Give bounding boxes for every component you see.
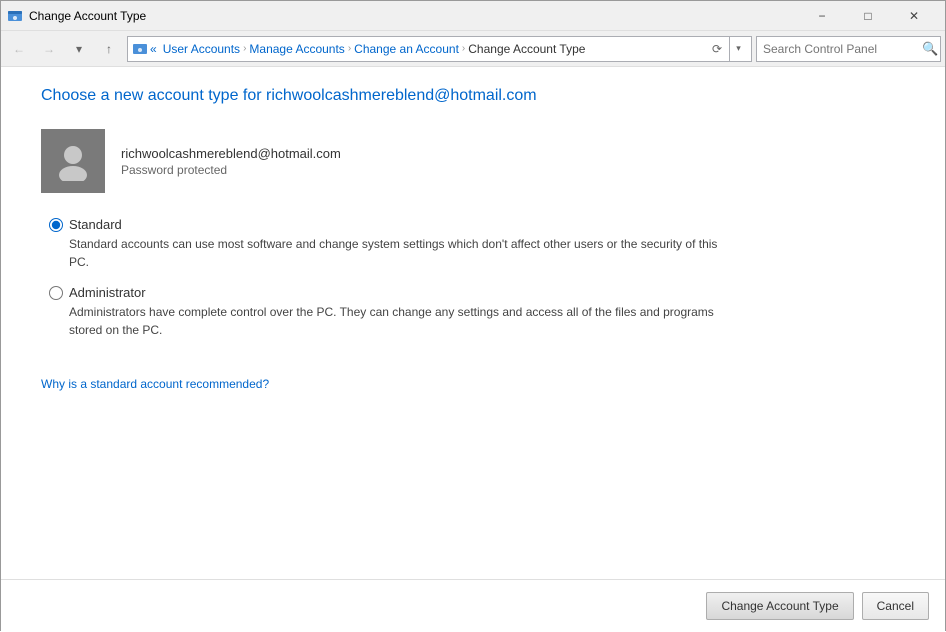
maximize-button[interactable]: □ (845, 1, 891, 31)
button-area: Change Account Type Cancel (1, 579, 945, 632)
standard-option: Standard Standard accounts can use most … (49, 217, 905, 271)
breadcrumb: « User Accounts › Manage Accounts › Chan… (150, 42, 705, 56)
standard-description: Standard accounts can use most software … (69, 235, 719, 271)
search-button[interactable]: 🔍 (922, 41, 938, 57)
address-bar: « User Accounts › Manage Accounts › Chan… (127, 36, 752, 62)
recommendation-link[interactable]: Why is a standard account recommended? (41, 377, 905, 391)
refresh-button[interactable]: ⟳ (707, 39, 727, 59)
account-details: richwoolcashmereblend@hotmail.com Passwo… (121, 146, 341, 177)
account-type-options: Standard Standard accounts can use most … (49, 217, 905, 353)
search-input[interactable] (763, 42, 918, 56)
navigation-bar: ← → ▾ ↑ « User Accounts › Manage Account… (1, 31, 945, 67)
address-bar-icon (132, 41, 148, 57)
account-status: Password protected (121, 163, 341, 177)
administrator-label[interactable]: Administrator (69, 285, 146, 300)
account-avatar (41, 129, 105, 193)
page-title: Choose a new account type for richwoolca… (41, 87, 905, 105)
breadcrumb-change-account[interactable]: Change an Account (354, 42, 459, 56)
address-dropdown-button[interactable]: ▾ (729, 36, 747, 62)
main-content: Choose a new account type for richwoolca… (1, 67, 945, 632)
standard-label[interactable]: Standard (69, 217, 122, 232)
breadcrumb-current: Change Account Type (468, 42, 585, 56)
account-name: richwoolcashmereblend@hotmail.com (121, 146, 341, 161)
change-account-type-button[interactable]: Change Account Type (706, 592, 853, 620)
administrator-description: Administrators have complete control ove… (69, 303, 719, 339)
search-bar[interactable]: 🔍 (756, 36, 941, 62)
forward-button[interactable]: → (35, 35, 63, 63)
breadcrumb-nav-icon[interactable]: « (150, 42, 157, 56)
administrator-radio[interactable] (49, 286, 63, 300)
administrator-option: Administrator Administrators have comple… (49, 285, 905, 339)
standard-radio[interactable] (49, 218, 63, 232)
avatar-icon (53, 141, 93, 181)
window-title: Change Account Type (29, 9, 146, 23)
cancel-button[interactable]: Cancel (862, 592, 929, 620)
breadcrumb-manage-accounts[interactable]: Manage Accounts (249, 42, 344, 56)
account-info: richwoolcashmereblend@hotmail.com Passwo… (41, 129, 905, 193)
back-button[interactable]: ← (5, 35, 33, 63)
window-controls: − □ ✕ (799, 1, 937, 31)
close-button[interactable]: ✕ (891, 1, 937, 31)
breadcrumb-user-accounts[interactable]: User Accounts (163, 42, 240, 56)
nav-dropdown-button[interactable]: ▾ (65, 35, 93, 63)
window-icon (7, 8, 23, 24)
title-bar: Change Account Type − □ ✕ (1, 1, 945, 31)
minimize-button[interactable]: − (799, 1, 845, 31)
up-button[interactable]: ↑ (95, 35, 123, 63)
